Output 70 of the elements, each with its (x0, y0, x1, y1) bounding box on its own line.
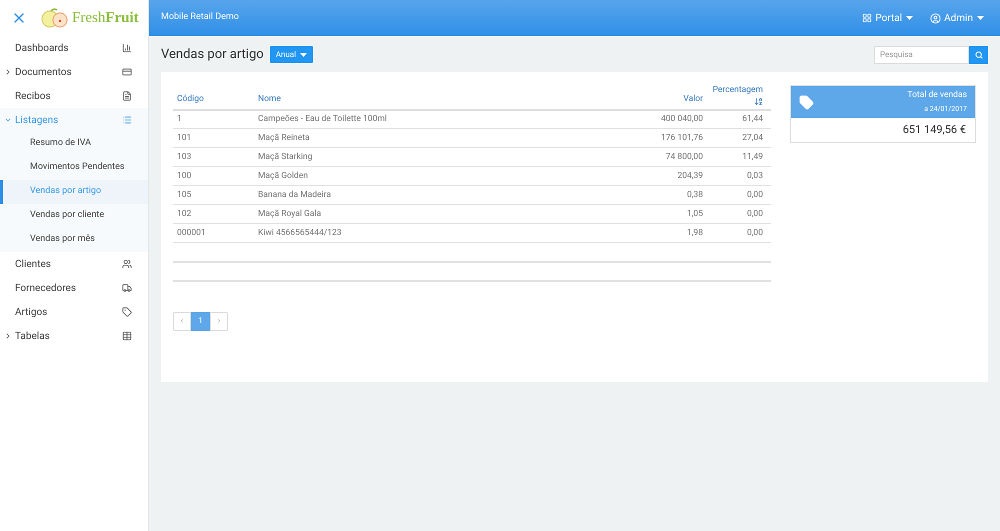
search-icon (974, 50, 982, 58)
column-header[interactable]: Valor (594, 84, 703, 110)
sidebar-subitem[interactable]: Vendas por artigo (0, 180, 148, 204)
table-cell: 61,44 (703, 110, 771, 129)
logo-text: FreshFruit (72, 8, 139, 28)
sidebar-item[interactable]: Clientes (0, 252, 148, 276)
search-button[interactable] (969, 46, 988, 64)
caret-icon (977, 16, 984, 20)
grid-icon (862, 13, 872, 23)
sidebar-subitem[interactable]: Vendas por cliente (0, 204, 148, 228)
sidebar-item[interactable]: Tabelas (0, 324, 148, 348)
table-cell: 1,98 (594, 224, 703, 243)
column-header[interactable]: Código (173, 84, 258, 110)
table-cell: 102 (173, 204, 258, 224)
table-cell: Kiwi 4566565444/123 (258, 224, 594, 243)
column-header[interactable]: Nome (258, 84, 594, 110)
app-title: Mobile Retail Demo (161, 11, 240, 24)
table-cell: 0,00 (703, 224, 771, 243)
sidebar-item[interactable]: Documentos (0, 60, 148, 84)
table-cell: 0,38 (594, 186, 703, 205)
table-cell: 105 (173, 186, 258, 205)
table-cell: 27,04 (703, 128, 771, 148)
sidebar-item[interactable]: Fornecedores (0, 276, 148, 300)
next-page-button[interactable]: › (210, 312, 228, 331)
table-cell: 000001 (173, 224, 258, 243)
chevron-right-icon (4, 68, 12, 76)
sidebar-item[interactable]: Dashboards (0, 36, 148, 60)
table-cell: Maçã Reineta (258, 128, 594, 148)
table-cell: 1,05 (594, 204, 703, 224)
table-cell: 74 800,00 (594, 148, 703, 167)
table-cell: Maçã Royal Gala (258, 204, 594, 224)
tag-icon (799, 94, 814, 110)
period-button[interactable]: Anual (270, 46, 314, 63)
table-cell: 0,00 (703, 186, 771, 205)
table-cell: 0,00 (703, 204, 771, 224)
chevron-right-icon (4, 332, 12, 340)
table-cell: 100 (173, 166, 258, 186)
table-cell: 204,39 (594, 166, 703, 186)
chevron-down-icon (4, 116, 12, 124)
table-cell: 101 (173, 128, 258, 148)
sidebar-item[interactable]: Listagens (0, 108, 148, 132)
header-menu[interactable]: Portal (862, 10, 914, 26)
table-cell: Campeões - Eau de Toilette 100ml (258, 110, 594, 129)
caret-icon (906, 16, 914, 20)
prev-page-button[interactable]: ‹ (173, 312, 191, 331)
sidebar-subitem[interactable]: Movimentos Pendentes (0, 156, 148, 180)
sidebar-subitem[interactable]: Vendas por mês (0, 228, 148, 252)
table-cell: 400 040,00 (594, 110, 703, 129)
column-header[interactable]: Percentagem (712, 84, 763, 97)
table-cell: Maçã Golden (258, 166, 594, 186)
table-cell: 103 (173, 148, 258, 167)
fruit-icon (40, 8, 70, 28)
table-cell: 11,49 (703, 148, 771, 167)
table-cell: Banana da Madeira (258, 186, 594, 205)
table-cell: 176 101,76 (594, 128, 703, 148)
page-button[interactable]: 1 (191, 312, 210, 331)
table-cell: 1 (173, 110, 258, 129)
card-title: Total de vendas (907, 89, 967, 102)
sidebar-subitem[interactable]: Resumo de IVA (0, 132, 148, 156)
header-menu[interactable]: Admin (930, 10, 984, 26)
sort-icon[interactable] (754, 96, 763, 106)
total-value: 651 149,56 € (902, 122, 966, 138)
sidebar-item[interactable]: Recibos (0, 84, 148, 108)
table-cell: 0,03 (703, 166, 771, 186)
user-icon (930, 12, 942, 24)
search-field[interactable]: Pesquisa (874, 46, 969, 64)
caret-icon (300, 52, 308, 56)
sidebar-item[interactable]: Artigos (0, 300, 148, 324)
table-cell: Maçã Starking (258, 148, 594, 167)
page-title: Vendas por artigo (161, 46, 264, 64)
